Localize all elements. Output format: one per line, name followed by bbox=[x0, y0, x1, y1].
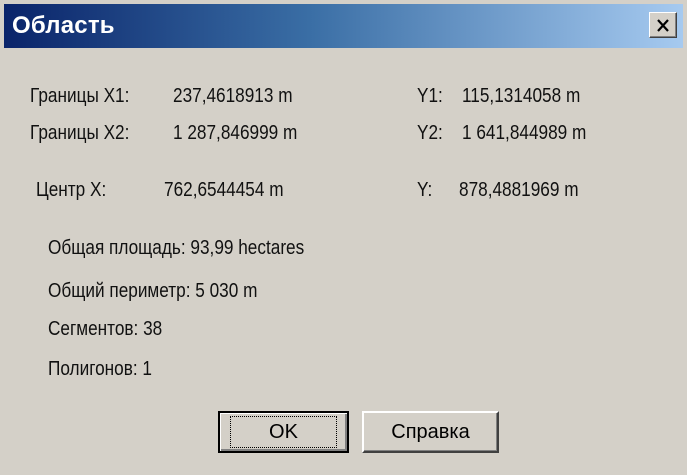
ok-button-label: OK bbox=[230, 416, 337, 448]
bounds-y1-label: Y1: bbox=[417, 85, 443, 107]
center-y-value: 878,4881969 m bbox=[459, 179, 579, 201]
title-bar[interactable]: Область bbox=[4, 4, 683, 48]
ok-button[interactable]: OK bbox=[218, 411, 349, 453]
close-icon bbox=[656, 18, 670, 32]
center-y-label: Y: bbox=[417, 179, 433, 201]
bounds-y2-label: Y2: bbox=[417, 122, 443, 144]
help-button-label: Справка bbox=[391, 420, 470, 443]
close-button[interactable] bbox=[649, 12, 677, 38]
area-dialog: Область Границы X1: 237,4618913 m Y1: 11… bbox=[0, 0, 687, 475]
bounds-y1-value: 115,1314058 m bbox=[462, 85, 581, 107]
center-x-value: 762,6544454 m bbox=[164, 179, 284, 201]
total-perimeter-text: Общий периметр: 5 030 m bbox=[48, 280, 258, 302]
help-button[interactable]: Справка bbox=[362, 411, 499, 453]
segments-count-text: Сегментов: 38 bbox=[48, 318, 163, 340]
polygons-count-text: Полигонов: 1 bbox=[48, 358, 152, 380]
bounds-x1-value: 237,4618913 m bbox=[173, 85, 293, 107]
bounds-x1-label: Границы X1: bbox=[30, 85, 130, 107]
dialog-title: Область bbox=[12, 12, 115, 39]
bounds-y2-value: 1 641,844989 m bbox=[462, 122, 587, 144]
bounds-x2-label: Границы X2: bbox=[30, 122, 130, 144]
center-x-label: Центр X: bbox=[36, 179, 107, 201]
total-area-text: Общая площадь: 93,99 hectares bbox=[48, 237, 305, 259]
bounds-x2-value: 1 287,846999 m bbox=[173, 122, 298, 144]
